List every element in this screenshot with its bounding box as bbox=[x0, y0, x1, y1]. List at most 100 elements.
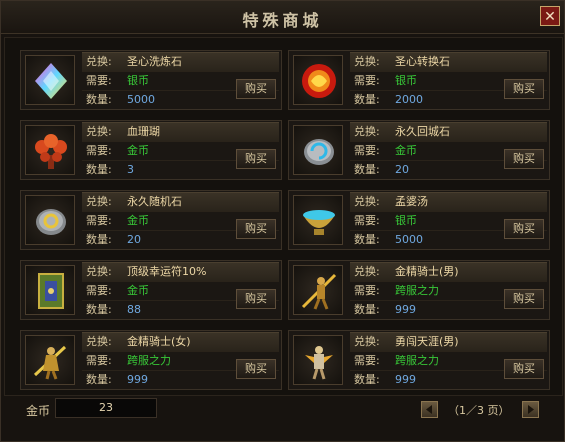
shop-item: 兑换: 勇闯天涯(男) 需要: 跨服之力 数量: 999 购买 bbox=[288, 330, 550, 390]
shop-item: 兑换: 金精骑士(男) 需要: 跨服之力 数量: 999 购买 bbox=[288, 260, 550, 320]
quantity-label: 数量: bbox=[354, 233, 380, 246]
item-quantity: 20 bbox=[395, 163, 409, 176]
buy-button[interactable]: 购买 bbox=[504, 79, 544, 99]
red-coral-icon[interactable] bbox=[25, 125, 75, 175]
buy-button[interactable]: 购买 bbox=[236, 359, 276, 379]
shop-item: 兑换: 血珊瑚 需要: 金币 数量: 3 购买 bbox=[20, 120, 282, 180]
soup-bowl-icon[interactable] bbox=[293, 195, 343, 245]
adventurer-male-icon[interactable] bbox=[293, 335, 343, 385]
golden-knight-male-icon[interactable] bbox=[293, 265, 343, 315]
require-label: 需要: bbox=[86, 354, 112, 367]
require-label: 需要: bbox=[354, 74, 380, 87]
quantity-label: 数量: bbox=[354, 93, 380, 106]
quantity-label: 数量: bbox=[86, 373, 112, 386]
item-name: 圣心洗炼石 bbox=[127, 55, 182, 68]
buy-button[interactable]: 购买 bbox=[236, 79, 276, 99]
require-label: 需要: bbox=[354, 354, 380, 367]
shop-item: 兑换: 顶级幸运符10% 需要: 金币 数量: 88 购买 bbox=[20, 260, 282, 320]
close-button[interactable]: ✕ bbox=[540, 6, 560, 26]
shop-item: 兑换: 永久回城石 需要: 金币 数量: 20 购买 bbox=[288, 120, 550, 180]
quantity-label: 数量: bbox=[354, 373, 380, 386]
require-label: 需要: bbox=[354, 214, 380, 227]
gold-balance-field: 23 bbox=[55, 398, 157, 418]
exchange-label: 兑换: bbox=[86, 335, 112, 348]
exchange-label: 兑换: bbox=[86, 55, 112, 68]
fire-orb-icon[interactable] bbox=[293, 55, 343, 105]
item-currency: 金币 bbox=[127, 214, 149, 227]
require-label: 需要: bbox=[86, 144, 112, 157]
buy-button[interactable]: 购买 bbox=[504, 149, 544, 169]
luck-charm-icon[interactable] bbox=[25, 265, 75, 315]
quantity-label: 数量: bbox=[86, 303, 112, 316]
require-label: 需要: bbox=[86, 284, 112, 297]
item-grid: 兑换: 圣心洗炼石 需要: 银币 数量: 5000 购买 兑换: 圣心转换石 需要: 银币… bbox=[4, 37, 563, 396]
shop-item: 兑换: 圣心洗炼石 需要: 银币 数量: 5000 购买 bbox=[20, 50, 282, 110]
gold-label: 金币 bbox=[26, 404, 51, 418]
item-name: 永久回城石 bbox=[395, 125, 450, 138]
require-label: 需要: bbox=[354, 144, 380, 157]
prev-page-button[interactable] bbox=[421, 401, 438, 418]
quantity-label: 数量: bbox=[86, 93, 112, 106]
item-currency: 银币 bbox=[127, 74, 149, 87]
special-shop-window: 特殊商城 ✕ 兑换: 圣心洗炼石 需要: 银币 数量: 5000 购买 兑换: 圣心转换… bbox=[0, 0, 565, 442]
buy-button[interactable]: 购买 bbox=[236, 289, 276, 309]
exchange-label: 兑换: bbox=[354, 195, 380, 208]
exchange-label: 兑换: bbox=[86, 125, 112, 138]
item-name: 金精骑士(女) bbox=[127, 335, 191, 348]
buy-button[interactable]: 购买 bbox=[236, 219, 276, 239]
shop-item: 兑换: 孟婆汤 需要: 银币 数量: 5000 购买 bbox=[288, 190, 550, 250]
exchange-label: 兑换: bbox=[354, 265, 380, 278]
require-label: 需要: bbox=[86, 74, 112, 87]
quantity-label: 数量: bbox=[354, 303, 380, 316]
item-currency: 跨服之力 bbox=[395, 354, 439, 367]
item-currency: 银币 bbox=[395, 74, 417, 87]
item-currency: 金币 bbox=[127, 284, 149, 297]
golden-knight-female-icon[interactable] bbox=[25, 335, 75, 385]
return-stone-icon[interactable] bbox=[293, 125, 343, 175]
exchange-label: 兑换: bbox=[354, 125, 380, 138]
buy-button[interactable]: 购买 bbox=[236, 149, 276, 169]
shop-item: 兑换: 金精骑士(女) 需要: 跨服之力 数量: 999 购买 bbox=[20, 330, 282, 390]
exchange-label: 兑换: bbox=[86, 195, 112, 208]
item-quantity: 999 bbox=[395, 373, 416, 386]
exchange-label: 兑换: bbox=[354, 55, 380, 68]
random-stone-icon[interactable] bbox=[25, 195, 75, 245]
buy-button[interactable]: 购买 bbox=[504, 289, 544, 309]
item-quantity: 999 bbox=[395, 303, 416, 316]
item-quantity: 999 bbox=[127, 373, 148, 386]
title-bar[interactable]: 特殊商城 ✕ bbox=[1, 1, 564, 34]
item-currency: 银币 bbox=[395, 214, 417, 227]
buy-button[interactable]: 购买 bbox=[504, 359, 544, 379]
arrow-left-icon bbox=[426, 405, 432, 414]
item-name: 永久随机石 bbox=[127, 195, 182, 208]
item-currency: 金币 bbox=[127, 144, 149, 157]
item-currency: 跨服之力 bbox=[395, 284, 439, 297]
require-label: 需要: bbox=[86, 214, 112, 227]
item-name: 血珊瑚 bbox=[127, 125, 160, 138]
quantity-label: 数量: bbox=[354, 163, 380, 176]
item-quantity: 5000 bbox=[395, 233, 423, 246]
item-name: 孟婆汤 bbox=[395, 195, 428, 208]
shop-item: 兑换: 永久随机石 需要: 金币 数量: 20 购买 bbox=[20, 190, 282, 250]
item-name: 圣心转换石 bbox=[395, 55, 450, 68]
item-currency: 金币 bbox=[395, 144, 417, 157]
item-name: 金精骑士(男) bbox=[395, 265, 459, 278]
item-name: 勇闯天涯(男) bbox=[395, 335, 459, 348]
quantity-label: 数量: bbox=[86, 163, 112, 176]
require-label: 需要: bbox=[354, 284, 380, 297]
buy-button[interactable]: 购买 bbox=[504, 219, 544, 239]
item-quantity: 20 bbox=[127, 233, 141, 246]
item-quantity: 88 bbox=[127, 303, 141, 316]
item-currency: 跨服之力 bbox=[127, 354, 171, 367]
page-indicator: （1／3 页） bbox=[448, 404, 510, 417]
arrow-right-icon bbox=[528, 405, 534, 414]
quantity-label: 数量: bbox=[86, 233, 112, 246]
exchange-label: 兑换: bbox=[354, 335, 380, 348]
next-page-button[interactable] bbox=[522, 401, 539, 418]
item-quantity: 5000 bbox=[127, 93, 155, 106]
rainbow-crystal-icon[interactable] bbox=[25, 55, 75, 105]
item-quantity: 2000 bbox=[395, 93, 423, 106]
item-quantity: 3 bbox=[127, 163, 134, 176]
exchange-label: 兑换: bbox=[86, 265, 112, 278]
shop-item: 兑换: 圣心转换石 需要: 银币 数量: 2000 购买 bbox=[288, 50, 550, 110]
